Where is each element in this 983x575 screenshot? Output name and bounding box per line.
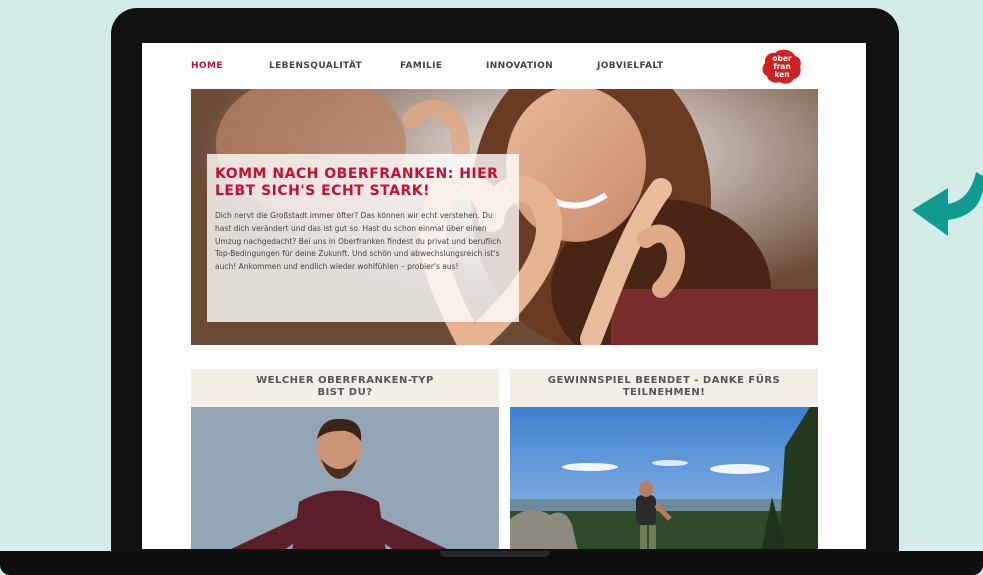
nav-item-home[interactable]: HOME: [191, 61, 269, 71]
hero-description: Dich nervt die Großstadt immer öfter? Da…: [215, 211, 502, 272]
laptop-base: [0, 551, 983, 575]
hero-text-card: Komm nach Oberfranken: hier lebt sich's …: [207, 154, 519, 322]
laptop-screen: HOME LEBENSQUALITÄT FAMILIE INNOVATION J…: [142, 43, 866, 549]
logo-text: ober fran ken: [762, 49, 802, 85]
card-photo-hiker-landscape: [510, 407, 818, 549]
nav-item-familie[interactable]: FAMILIE: [400, 61, 486, 71]
nav-item-jobvielfalt[interactable]: JOBVIELFALT: [597, 61, 697, 71]
nav-item-lebensqualitaet[interactable]: LEBENSQUALITÄT: [269, 61, 400, 71]
oberfranken-logo[interactable]: ober fran ken: [762, 49, 802, 85]
main-navigation: HOME LEBENSQUALITÄT FAMILIE INNOVATION J…: [191, 61, 697, 71]
hero-banner: Komm nach Oberfranken: hier lebt sich's …: [191, 89, 818, 345]
laptop-notch: [440, 551, 550, 557]
card-title: Gewinnspiel beendet - Danke fürs Teilneh…: [510, 369, 818, 407]
card-title-line-2: Teilnehmen!: [622, 387, 706, 398]
teaser-card-gewinnspiel[interactable]: Gewinnspiel beendet - Danke fürs Teilneh…: [510, 369, 818, 549]
card-title-line-1: Gewinnspiel beendet - Danke fürs: [547, 375, 781, 386]
logo-line-3: ken: [774, 70, 790, 79]
curved-arrow-left-icon: [912, 172, 983, 236]
teaser-card-oberfranken-typ[interactable]: Welcher Oberfranken-Typ bist du?: [191, 369, 499, 549]
card-title: Welcher Oberfranken-Typ bist du?: [191, 369, 499, 407]
nav-item-innovation[interactable]: INNOVATION: [486, 61, 597, 71]
card-title-line-1: Welcher Oberfranken-Typ: [256, 375, 434, 386]
card-photo-shrugging-man: [191, 407, 499, 549]
card-title-line-2: bist du?: [317, 387, 373, 398]
hero-title: Komm nach Oberfranken: hier lebt sich's …: [215, 166, 499, 199]
